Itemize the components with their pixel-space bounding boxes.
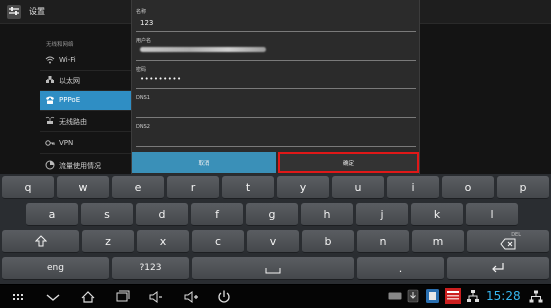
ethernet-icon — [46, 76, 54, 83]
dns2-underline — [136, 146, 416, 147]
shift-key[interactable] — [2, 230, 79, 253]
key-p[interactable]: p — [497, 176, 549, 199]
key-i[interactable]: i — [387, 176, 439, 199]
soft-keyboard: q w e r t y u i o p a s d f g h j k l z … — [0, 174, 551, 284]
username-underline — [136, 60, 416, 61]
password-input[interactable]: ••••••••• — [140, 75, 182, 83]
router-icon — [45, 116, 55, 124]
username-redacted — [140, 47, 266, 52]
cancel-button[interactable]: 取消 — [132, 152, 276, 173]
sidebar-item-wifi[interactable]: Wi-Fi — [40, 51, 132, 71]
dns2-label: DNS2 — [136, 124, 150, 130]
key-b[interactable]: b — [302, 230, 354, 253]
key-y[interactable]: y — [277, 176, 329, 199]
key-j[interactable]: j — [356, 203, 408, 226]
volume-up-icon[interactable] — [183, 289, 199, 305]
network-icon — [467, 290, 479, 302]
sidebar-item-ethernet[interactable]: 以太网 — [40, 71, 132, 91]
key-t[interactable]: t — [222, 176, 274, 199]
sidebar-item-pppoe[interactable]: PPPoE — [40, 91, 132, 111]
username-label: 用户名 — [136, 38, 152, 44]
hide-keyboard-icon[interactable] — [45, 289, 61, 305]
pppoe-dialog: 名称 123 用户名 密码 ••••••••• DNS1 DNS2 取消 确定 — [131, 0, 420, 174]
key-z[interactable]: z — [82, 230, 134, 253]
sidebar-item-label: 流量使用情况 — [59, 162, 101, 170]
key-w[interactable]: w — [57, 176, 109, 199]
app-notification-icon — [426, 289, 439, 303]
key-f[interactable]: f — [191, 203, 243, 226]
keyboard-indicator-icon — [388, 292, 402, 300]
key-e[interactable]: e — [112, 176, 164, 199]
space-icon — [265, 268, 281, 274]
period-key[interactable]: . — [357, 257, 444, 280]
power-icon[interactable] — [216, 289, 232, 305]
wifi-icon — [45, 56, 55, 64]
enter-icon — [492, 263, 504, 273]
key-o[interactable]: o — [442, 176, 494, 199]
name-underline — [136, 31, 416, 32]
key-x[interactable]: x — [137, 230, 189, 253]
symbols-key[interactable]: ?123 — [112, 257, 189, 280]
key-u[interactable]: u — [332, 176, 384, 199]
password-label: 密码 — [136, 67, 147, 73]
sidebar-item-label: 以太网 — [59, 77, 80, 85]
dns1-underline — [136, 117, 416, 118]
volume-down-icon[interactable] — [148, 289, 164, 305]
sidebar-item-label: 无线路由 — [59, 118, 87, 126]
name-label: 名称 — [136, 9, 147, 15]
sidebar-item-vpn[interactable]: VPN — [40, 134, 132, 154]
key-n[interactable]: n — [357, 230, 409, 253]
key-c[interactable]: c — [192, 230, 244, 253]
key-m[interactable]: m — [412, 230, 464, 253]
ethernet-status-icon — [529, 290, 543, 303]
key-h[interactable]: h — [301, 203, 353, 226]
ok-button[interactable]: 确定 — [278, 152, 419, 173]
clock: 15:28 — [486, 289, 521, 303]
backspace-icon — [500, 238, 516, 250]
navigation-bar: 15:28 — [0, 285, 551, 308]
shift-icon — [34, 235, 47, 247]
home-icon[interactable] — [80, 289, 96, 305]
key-g[interactable]: g — [246, 203, 298, 226]
phone-icon — [46, 96, 54, 104]
sidebar-item-label: Wi-Fi — [59, 56, 76, 64]
download-icon — [407, 289, 419, 303]
data-usage-icon — [45, 160, 55, 170]
sidebar-item-label: PPPoE — [59, 96, 81, 104]
delete-key-hint: DEL — [511, 232, 521, 238]
page-title: 设置 — [29, 7, 45, 16]
key-l[interactable]: l — [466, 203, 518, 226]
key-a[interactable]: a — [26, 203, 78, 226]
section-header: 无线和网络 — [46, 42, 74, 48]
apps-grid-icon[interactable] — [10, 289, 26, 305]
language-key[interactable]: eng — [2, 257, 109, 280]
vpn-key-icon — [45, 140, 55, 146]
name-input[interactable]: 123 — [140, 19, 153, 27]
sidebar-item-data-usage[interactable]: 流量使用情况 — [40, 156, 132, 176]
recent-apps-icon[interactable] — [115, 289, 131, 305]
sidebar-item-label: VPN — [59, 139, 74, 147]
password-underline — [136, 88, 416, 89]
enter-key[interactable] — [447, 257, 549, 280]
space-key[interactable] — [192, 257, 354, 280]
key-s[interactable]: s — [81, 203, 133, 226]
settings-app-icon[interactable] — [6, 4, 22, 20]
delete-key[interactable]: DEL — [467, 230, 549, 253]
key-r[interactable]: r — [167, 176, 219, 199]
key-v[interactable]: v — [247, 230, 299, 253]
news-app-icon — [445, 288, 461, 304]
key-q[interactable]: q — [2, 176, 54, 199]
key-d[interactable]: d — [136, 203, 188, 226]
sidebar-item-wireless-router[interactable]: 无线路由 — [40, 112, 132, 132]
key-k[interactable]: k — [411, 203, 463, 226]
dns1-label: DNS1 — [136, 95, 150, 101]
